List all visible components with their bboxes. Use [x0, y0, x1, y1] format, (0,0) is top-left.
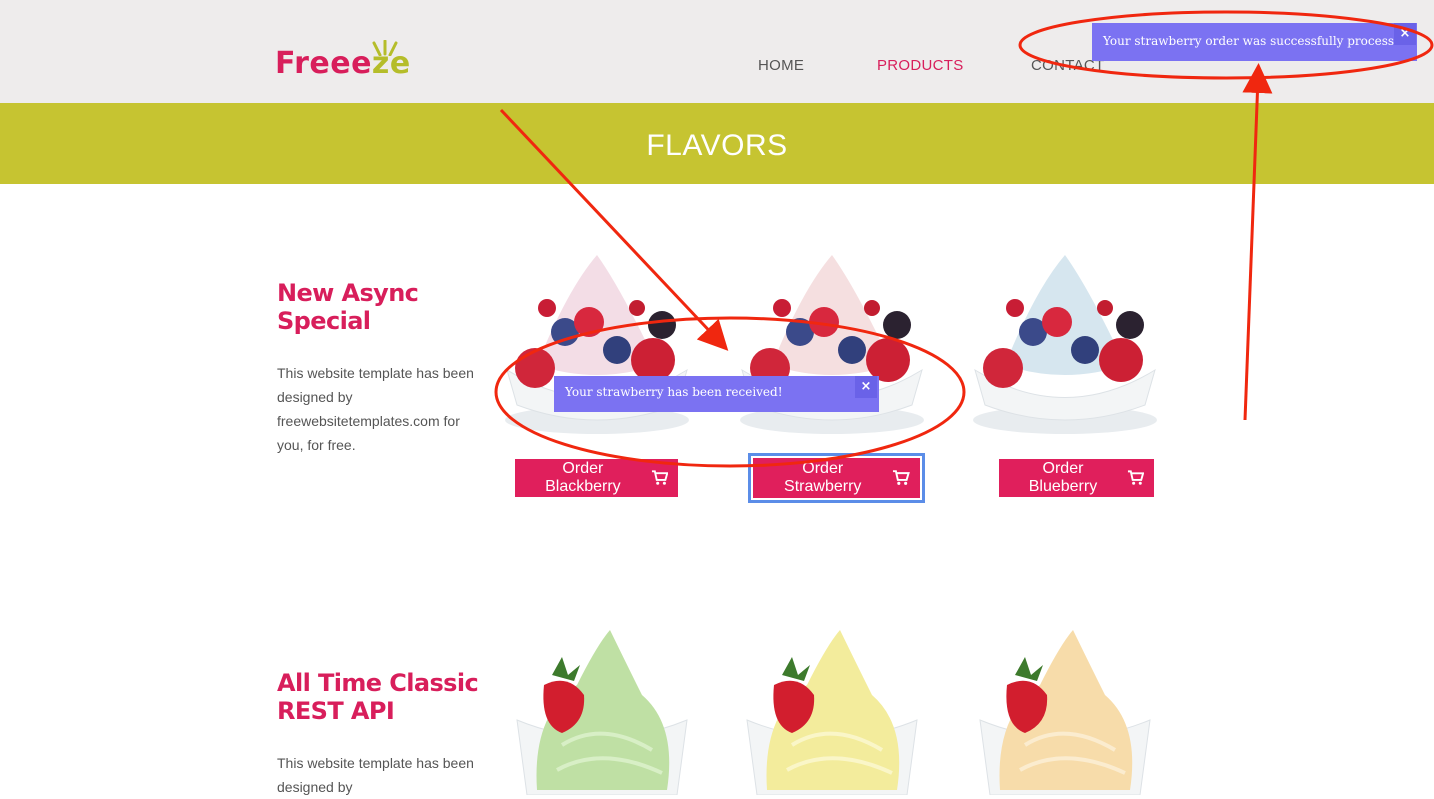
section-title-line1: All Time Classic — [277, 669, 479, 697]
order-blackberry-button[interactable]: Order Blackberry — [515, 459, 678, 497]
order-strawberry-button[interactable]: Order Strawberry — [751, 456, 922, 500]
close-icon[interactable]: × — [1394, 23, 1416, 45]
blueberry-froyo-image — [973, 255, 1157, 434]
nav-home[interactable]: HOME — [758, 57, 804, 74]
cart-icon — [1127, 470, 1144, 485]
toast-received-message: Your strawberry has been received! — [565, 385, 783, 399]
peach-froyo-image — [979, 630, 1151, 795]
section-description-async: This website template has been designed … — [277, 365, 474, 453]
section-title-classic: All Time Classic REST API — [277, 669, 497, 725]
lemon-froyo-image — [746, 630, 918, 795]
toast-received: Your strawberry has been received! × — [554, 376, 879, 412]
nav-products[interactable]: PRODUCTS — [877, 57, 964, 74]
banner-title: FLAVORS — [646, 129, 788, 162]
order-strawberry-label: Order Strawberry — [784, 460, 862, 495]
cart-icon — [651, 470, 668, 485]
logo-text-part1: Freee — [275, 46, 372, 81]
toast-processed: Your strawberry order was successfully p… — [1092, 23, 1417, 61]
order-blueberry-button[interactable]: Order Blueberry — [999, 459, 1154, 497]
order-blackberry-label: Order Blackberry — [545, 460, 621, 495]
section-description-classic: This website template has been designed … — [277, 755, 474, 795]
logo-sprout-icon — [372, 40, 398, 56]
section-title-line2: Special — [277, 307, 371, 335]
close-icon[interactable]: × — [855, 376, 877, 398]
section-title-async: New Async Special — [277, 279, 497, 335]
section-title-line1: New Async — [277, 279, 419, 307]
cart-icon — [893, 470, 910, 485]
section-title-line2: REST API — [277, 697, 395, 725]
order-blueberry-label: Order Blueberry — [1028, 460, 1098, 495]
toast-processed-message: Your strawberry order was successfully p… — [1103, 34, 1414, 48]
green-froyo-image — [516, 630, 688, 795]
